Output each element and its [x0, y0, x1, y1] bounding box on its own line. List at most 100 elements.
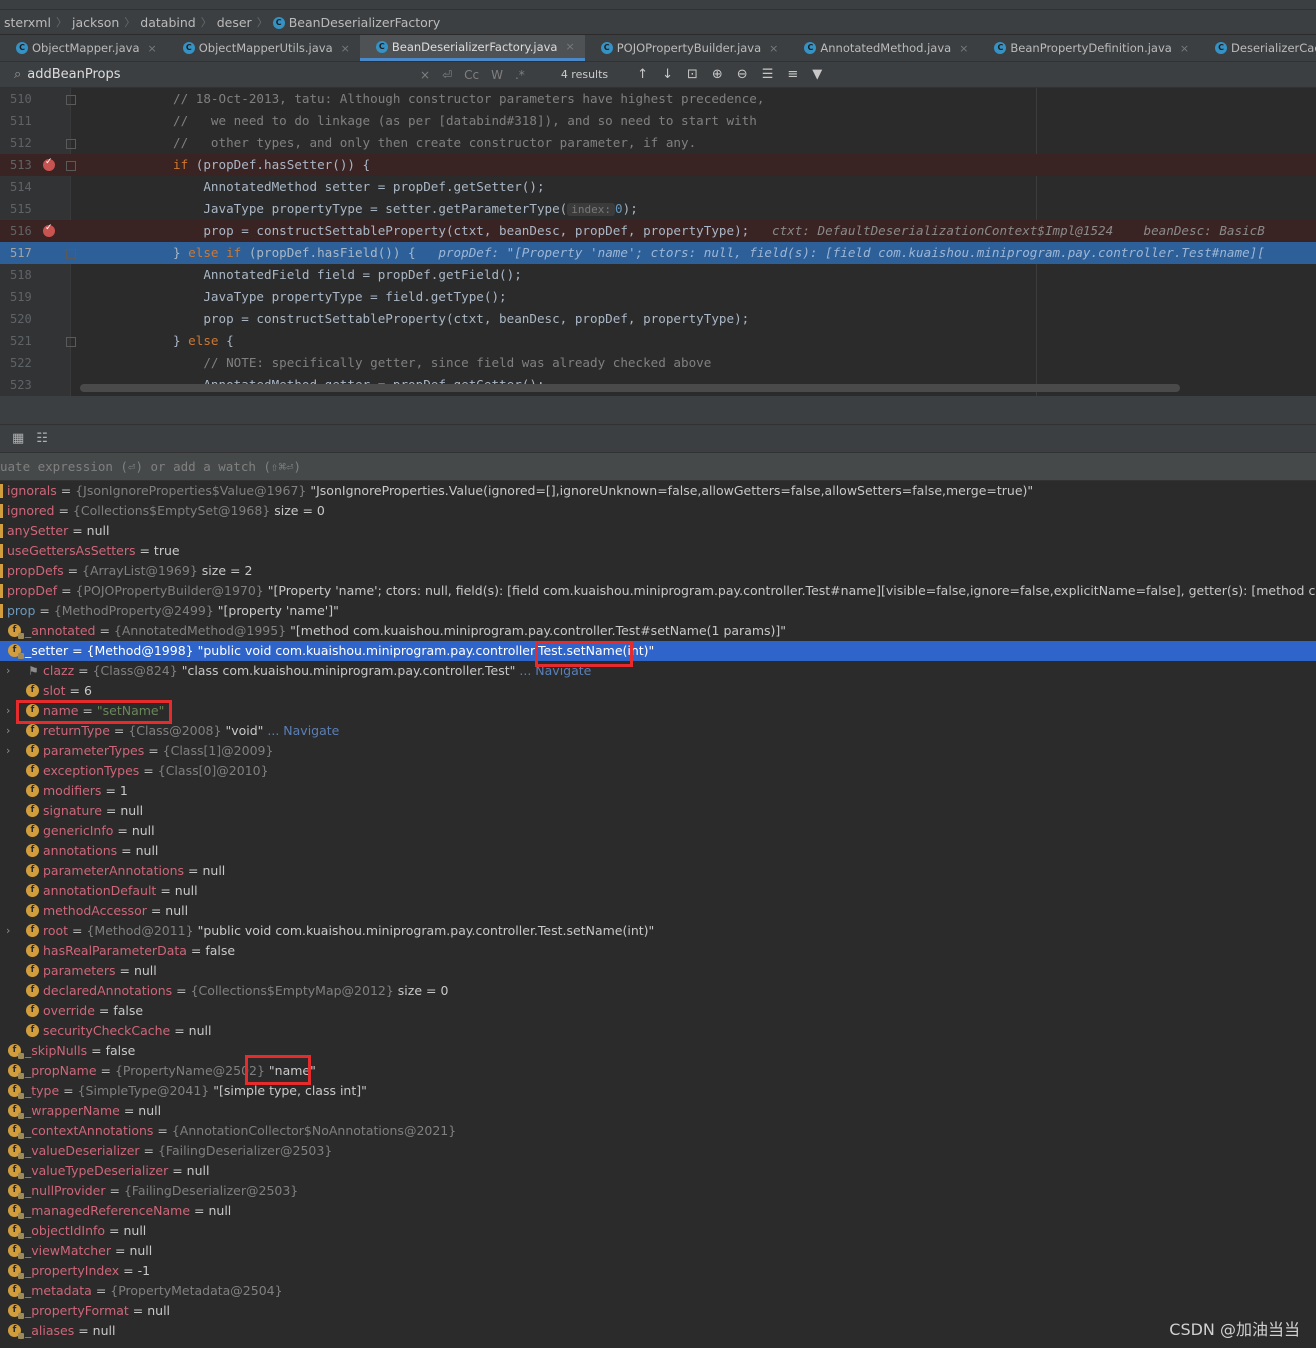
in-selection-icon[interactable]: ≡	[787, 67, 798, 82]
match-case-button[interactable]: Cc	[464, 68, 479, 82]
code-line[interactable]: 515 JavaType propertyType = setter.getPa…	[0, 198, 1316, 220]
tab-file[interactable]: C ObjectMapper.java ×	[0, 35, 167, 61]
code-line[interactable]: 519 JavaType propertyType = field.getTyp…	[0, 286, 1316, 308]
variable-row[interactable]: f _wrapperName = null	[0, 1101, 1316, 1121]
variable-row[interactable]: f securityCheckCache = null	[0, 1021, 1316, 1041]
variable-row[interactable]: propDefs = {ArrayList@1969} size = 2	[0, 561, 1316, 581]
variable-row[interactable]: f _propName = {PropertyName@2502} "name"	[0, 1061, 1316, 1081]
fold-icon[interactable]	[66, 337, 76, 347]
close-tab-icon[interactable]: ×	[148, 42, 157, 55]
variable-row[interactable]: f hasRealParameterData = false	[0, 941, 1316, 961]
code-line[interactable]: 517} else if (propDef.hasField()) { prop…	[0, 242, 1316, 264]
remove-selection-icon[interactable]: ⊖	[737, 67, 748, 82]
variable-row[interactable]: f _objectIdInfo = null	[0, 1221, 1316, 1241]
variable-row[interactable]: f methodAccessor = null	[0, 901, 1316, 921]
select-all-icon[interactable]: ☰	[762, 67, 774, 82]
variable-row[interactable]: › f name = "setName"	[0, 701, 1316, 721]
variable-row[interactable]: f _valueDeserializer = {FailingDeserializ…	[0, 1141, 1316, 1161]
fold-icon[interactable]	[66, 139, 76, 149]
whole-word-button[interactable]: W	[491, 68, 503, 82]
variable-row[interactable]: f annotations = null	[0, 841, 1316, 861]
variable-row[interactable]: f genericInfo = null	[0, 821, 1316, 841]
variable-row[interactable]: f override = false	[0, 1001, 1316, 1021]
add-selection-icon[interactable]: ⊕	[712, 67, 723, 82]
variable-row[interactable]: › f returnType = {Class@2008} "void" ... N…	[0, 721, 1316, 741]
breakpoint-icon[interactable]	[43, 223, 55, 237]
breakpoint-icon[interactable]	[43, 157, 55, 171]
code-line[interactable]: 518 AnnotatedField field = propDef.getFi…	[0, 264, 1316, 286]
variable-row[interactable]: f parameters = null	[0, 961, 1316, 981]
fold-icon[interactable]	[66, 249, 76, 259]
code-line[interactable]: 521} else {	[0, 330, 1316, 352]
variable-row[interactable]: anySetter = null	[0, 521, 1316, 541]
tab-file[interactable]: C BeanPropertyDefinition.java ×	[978, 35, 1199, 61]
code-line[interactable]: 511 // we need to do linkage (as per [dat…	[0, 110, 1316, 132]
expand-arrow-icon[interactable]: ›	[6, 921, 10, 941]
close-tab-icon[interactable]: ×	[959, 42, 968, 55]
breadcrumb-item[interactable]: sterxml	[0, 15, 55, 30]
expand-arrow-icon[interactable]: ›	[6, 721, 10, 741]
code-line[interactable]: 516 prop = constructSettableProperty(ctx…	[0, 220, 1316, 242]
code-line[interactable]: 514 AnnotatedMethod setter = propDef.get…	[0, 176, 1316, 198]
variable-row[interactable]: f _annotated = {AnnotatedMethod@1995} "[m…	[0, 621, 1316, 641]
expand-arrow-icon[interactable]: ›	[6, 661, 10, 681]
breadcrumb-item[interactable]: C BeanDeserializerFactory	[269, 15, 445, 30]
variable-row[interactable]: f slot = 6	[0, 681, 1316, 701]
fold-icon[interactable]	[66, 95, 76, 105]
variable-row[interactable]: ignorals = {JsonIgnoreProperties$Value@1…	[0, 481, 1316, 501]
variable-row[interactable]: f exceptionTypes = {Class[0]@2010}	[0, 761, 1316, 781]
variable-row[interactable]: useGettersAsSetters = true	[0, 541, 1316, 561]
variable-row[interactable]: f _propertyIndex = -1	[0, 1261, 1316, 1281]
code-editor[interactable]: 510 // 18-Oct-2013, tatu: Although constr…	[0, 88, 1316, 396]
horizontal-scrollbar[interactable]	[80, 384, 1180, 392]
next-occurrence-icon[interactable]: ↓	[662, 67, 673, 82]
breadcrumb-item[interactable]: deser	[213, 15, 256, 30]
evaluate-expression-bar[interactable]: uate expression (⏎) or add a watch (⇧⌘⏎)	[0, 453, 1316, 481]
tab-file[interactable]: C AnnotatedMethod.java ×	[788, 35, 978, 61]
fold-icon[interactable]	[66, 161, 76, 171]
variable-row[interactable]: propDef = {POJOPropertyBuilder@1970} "[P…	[0, 581, 1316, 601]
tab-file[interactable]: C POJOPropertyBuilder.java ×	[585, 35, 789, 61]
select-all-occurrences-icon[interactable]: ⊡	[687, 67, 698, 82]
variable-row[interactable]: › ⚑ clazz = {Class@824} "class com.kuaisho…	[0, 661, 1316, 681]
close-tab-icon[interactable]: ×	[769, 42, 778, 55]
variable-row[interactable]: f _metadata = {PropertyMetadata@2504}	[0, 1281, 1316, 1301]
navigate-link[interactable]: ... Navigate	[267, 723, 339, 738]
variable-row[interactable]: f _contextAnnotations = {AnnotationCollec…	[0, 1121, 1316, 1141]
close-tab-icon[interactable]: ×	[565, 40, 574, 53]
variable-row[interactable]: ignored = {Collections$EmptySet@1968} si…	[0, 501, 1316, 521]
clear-search-icon[interactable]: ×	[420, 68, 430, 82]
variable-row[interactable]: f _managedReferenceName = null	[0, 1201, 1316, 1221]
code-line[interactable]: 510 // 18-Oct-2013, tatu: Although constr…	[0, 88, 1316, 110]
code-line[interactable]: 520 prop = constructSettableProperty(ctx…	[0, 308, 1316, 330]
variable-row[interactable]: f declaredAnnotations = {Collections$Empt…	[0, 981, 1316, 1001]
search-input[interactable]: ⌕ addBeanProps	[14, 67, 414, 82]
variable-row[interactable]: f parameterAnnotations = null	[0, 861, 1316, 881]
variable-row[interactable]: › f root = {Method@2011} "public void com.…	[0, 921, 1316, 941]
table-view-icon[interactable]: ▦	[12, 431, 24, 446]
layout-icon[interactable]: ☷	[36, 431, 48, 446]
variable-row[interactable]: › f parameterTypes = {Class[1]@2009}	[0, 741, 1316, 761]
expand-arrow-icon[interactable]: ›	[6, 701, 10, 721]
new-line-icon[interactable]: ⏎	[442, 68, 452, 82]
variable-row[interactable]: f _valueTypeDeserializer = null	[0, 1161, 1316, 1181]
previous-occurrence-icon[interactable]: ↑	[637, 67, 648, 82]
variable-row[interactable]: f _nullProvider = {FailingDeserializer@25…	[0, 1181, 1316, 1201]
regex-icon[interactable]: .*	[515, 68, 525, 82]
variable-row[interactable]: f signature = null	[0, 801, 1316, 821]
code-line[interactable]: 522 // NOTE: specifically getter, since …	[0, 352, 1316, 374]
evaluate-expression-input[interactable]: uate expression (⏎) or add a watch (⇧⌘⏎)	[0, 459, 301, 474]
variable-row[interactable]: f annotationDefault = null	[0, 881, 1316, 901]
variable-row[interactable]: f _propertyFormat = null	[0, 1301, 1316, 1321]
variable-row[interactable]: f modifiers = 1	[0, 781, 1316, 801]
variable-row[interactable]: f _aliases = null	[0, 1321, 1316, 1341]
variable-row[interactable]: f _viewMatcher = null	[0, 1241, 1316, 1261]
close-tab-icon[interactable]: ×	[1180, 42, 1189, 55]
tab-file[interactable]: C BeanDeserializerFactory.java ×	[359, 35, 585, 61]
code-line[interactable]: 512 // other types, and only then create …	[0, 132, 1316, 154]
code-line[interactable]: 513 if (propDef.hasSetter()) {	[0, 154, 1316, 176]
filter-icon[interactable]: ▼	[812, 67, 822, 82]
tab-file[interactable]: CDeserializerCache.java×	[1199, 35, 1316, 61]
variable-row[interactable]: f _type = {SimpleType@2041} "[simple type…	[0, 1081, 1316, 1101]
variable-row[interactable]: f _skipNulls = false	[0, 1041, 1316, 1061]
